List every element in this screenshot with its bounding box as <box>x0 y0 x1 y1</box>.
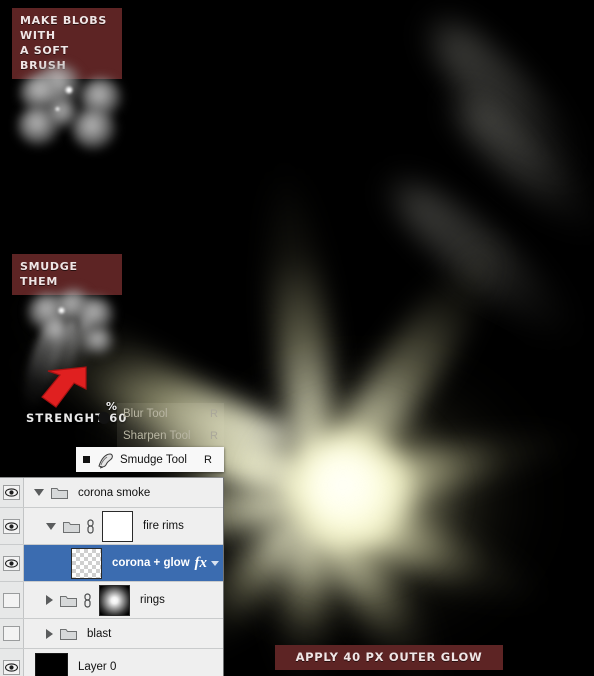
group-expand-arrow-icon[interactable] <box>46 628 53 639</box>
smoke-tendril-1 <box>405 0 594 203</box>
red-arrow-icon <box>41 366 87 408</box>
blob-highlight-dot <box>55 107 60 111</box>
blob-shape <box>48 98 78 128</box>
menu-item-blur-tool[interactable]: Blur Tool R <box>117 403 224 425</box>
layer-mask-thumbnail[interactable] <box>99 584 130 616</box>
layer-visibility-toggle[interactable] <box>0 545 24 581</box>
callout-outer-glow-label: APPLY 40 PX OUTER GLOW <box>295 650 483 664</box>
blob-shape <box>84 327 114 355</box>
menu-item-sharpen-tool-shortcut: R <box>210 430 218 442</box>
eye-icon <box>3 518 20 534</box>
callout-make-blobs-line1: MAKE BLOBS WITH <box>20 14 107 42</box>
group-expand-arrow-icon[interactable] <box>34 489 44 496</box>
chevron-down-icon[interactable] <box>211 560 219 566</box>
folder-icon <box>51 488 68 499</box>
menu-item-smudge-tool-label: Smudge Tool <box>120 453 187 466</box>
corona-ray-up <box>258 162 343 496</box>
eye-icon <box>3 555 20 571</box>
layer-row-blast[interactable]: blast <box>0 619 223 649</box>
layers-panel[interactable]: corona smoke fire rims corona + glow fx … <box>0 477 224 676</box>
callout-apply-outer-glow: APPLY 40 PX OUTER GLOW <box>275 645 503 670</box>
layer-row-layer-0[interactable]: Layer 0 <box>0 649 223 676</box>
blob-shape <box>44 319 70 343</box>
link-chain-icon[interactable] <box>86 518 95 534</box>
blob-shape <box>72 108 116 150</box>
layer-effects-controls[interactable]: fx <box>195 545 219 581</box>
layer-visibility-toggle[interactable] <box>0 649 24 676</box>
selected-marker-icon <box>83 456 90 463</box>
layer-name: rings <box>140 594 165 606</box>
eye-icon <box>3 485 20 500</box>
tool-flyout-menu[interactable]: Blur Tool R Sharpen Tool R Smudge Tool R <box>76 403 224 472</box>
layer-thumbnail[interactable] <box>35 653 68 676</box>
layer-visibility-toggle[interactable] <box>0 508 24 544</box>
blob-highlight-dot <box>65 86 73 94</box>
eye-icon-off <box>3 592 20 608</box>
eye-icon <box>3 659 20 675</box>
menu-item-blur-tool-label: Blur Tool <box>123 408 168 420</box>
callout-smudge-label: SMUDGE THEM <box>20 260 78 288</box>
corona-ray-right <box>317 420 581 514</box>
folder-icon <box>60 629 77 640</box>
finger-smudge-icon <box>98 452 113 468</box>
layer-thumbnail[interactable] <box>71 547 102 579</box>
smoke-tendril-3 <box>366 155 594 359</box>
corona-hotspot <box>278 420 408 550</box>
layer-visibility-toggle[interactable] <box>0 478 24 507</box>
corona-ray-up-right <box>297 217 526 511</box>
eye-icon-off <box>3 626 20 641</box>
blob-example-thumbnail <box>0 50 128 245</box>
blob-highlight-dot <box>58 307 65 314</box>
menu-item-blur-tool-shortcut: R <box>210 408 218 420</box>
layer-row-corona-smoke[interactable]: corona smoke <box>0 478 223 508</box>
group-expand-arrow-icon[interactable] <box>46 595 53 605</box>
layer-row-fire-rims[interactable]: fire rims <box>0 508 223 545</box>
corona-halo <box>180 300 594 676</box>
corona-core <box>250 390 480 615</box>
layer-name: Layer 0 <box>78 661 117 673</box>
fx-icon[interactable]: fx <box>195 555 208 572</box>
layer-mask-thumbnail[interactable] <box>102 510 133 542</box>
menu-item-smudge-tool-shortcut: R <box>204 453 212 466</box>
layer-visibility-toggle[interactable] <box>0 619 24 648</box>
menu-item-sharpen-tool-label: Sharpen Tool <box>123 430 191 442</box>
layer-row-corona-plus-glow[interactable]: corona + glow fx <box>0 545 223 582</box>
brush-cursor-icon <box>98 412 110 424</box>
layer-row-rings[interactable]: rings <box>0 582 223 619</box>
photoshop-canvas-screenshot: MAKE BLOBS WITH A SOFT BRUSH SMUDGE THEM… <box>0 0 594 676</box>
menu-item-sharpen-tool[interactable]: Sharpen Tool R <box>117 425 224 447</box>
layer-name: corona smoke <box>78 486 151 499</box>
link-chain-icon[interactable] <box>83 592 92 608</box>
layer-visibility-toggle[interactable] <box>0 582 24 618</box>
layer-name: blast <box>87 627 112 640</box>
group-expand-arrow-icon[interactable] <box>46 522 56 530</box>
corona-ray-right-low <box>314 487 553 617</box>
menu-item-smudge-tool[interactable]: Smudge Tool R <box>76 447 224 472</box>
folder-icon <box>60 595 77 607</box>
folder-icon <box>63 521 80 533</box>
smoke-tendril-2 <box>431 75 594 251</box>
layer-name: fire rims <box>143 520 184 532</box>
